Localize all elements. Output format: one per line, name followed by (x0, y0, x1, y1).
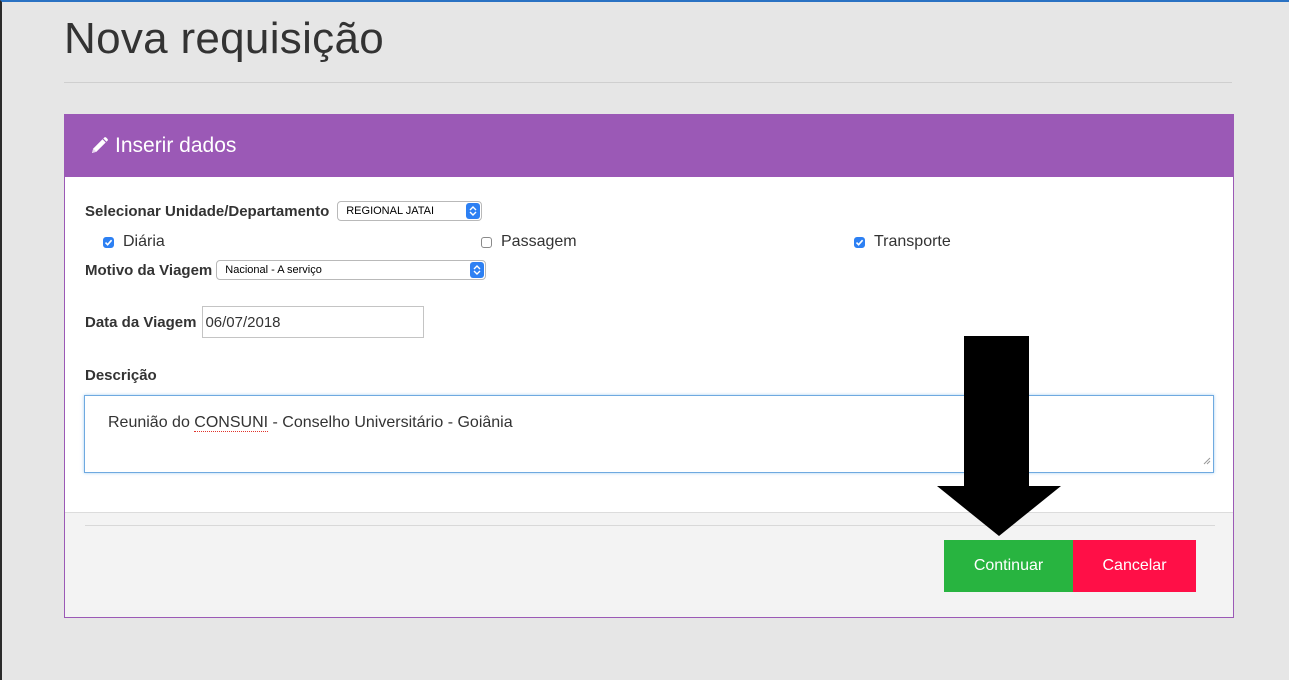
descricao-text-prefix: Reunião do (108, 414, 195, 431)
checkbox-checked-icon[interactable] (854, 236, 865, 248)
motivo-label: Motivo da Viagem (85, 261, 213, 279)
descricao-label: Descrição (85, 367, 157, 384)
checkbox-passagem-label: Passagem (501, 233, 577, 250)
unit-select-value: REGIONAL JATAI (346, 205, 435, 217)
checkbox-passagem[interactable]: Passagem (481, 233, 577, 251)
checkbox-checked-icon[interactable] (103, 236, 114, 248)
checkbox-transporte-label: Transporte (874, 233, 951, 250)
continue-button[interactable]: Continuar (944, 540, 1073, 592)
motivo-select-value: Nacional - A serviço (225, 264, 322, 276)
unit-label: Selecionar Unidade/Departamento (85, 202, 330, 220)
title-divider (64, 82, 1232, 83)
unit-select[interactable]: REGIONAL JATAI (337, 201, 483, 221)
checkbox-transporte[interactable]: Transporte (854, 233, 951, 251)
motivo-row: Motivo da Viagem Nacional - A serviço (85, 260, 487, 280)
checkbox-diaria-label: Diária (123, 233, 165, 250)
date-input[interactable]: 06/07/2018 (202, 306, 425, 338)
down-arrow-icon (936, 336, 1062, 541)
page-title: Nova requisição (64, 14, 384, 63)
descricao-text-misspelled: CONSUNI (194, 414, 269, 432)
checkbox-unchecked-icon[interactable] (481, 236, 492, 248)
checkbox-diaria[interactable]: Diária (103, 233, 165, 251)
motivo-select[interactable]: Nacional - A serviço (216, 260, 487, 280)
panel-heading-label: Inserir dados (115, 134, 237, 157)
unit-row: Selecionar Unidade/Departamento REGIONAL… (85, 201, 483, 221)
cancel-button[interactable]: Cancelar (1073, 540, 1196, 592)
select-arrows-icon (466, 203, 481, 219)
panel-heading: Inserir dados (65, 115, 1233, 177)
data-label: Data da Viagem (85, 313, 197, 331)
resize-grip-icon[interactable] (1203, 452, 1211, 470)
data-row: Data da Viagem 06/07/2018 (85, 306, 425, 338)
select-arrows-icon (470, 262, 485, 278)
descricao-text-suffix: - Conselho Universitário - Goiânia (268, 414, 513, 431)
pencil-icon (89, 136, 109, 156)
